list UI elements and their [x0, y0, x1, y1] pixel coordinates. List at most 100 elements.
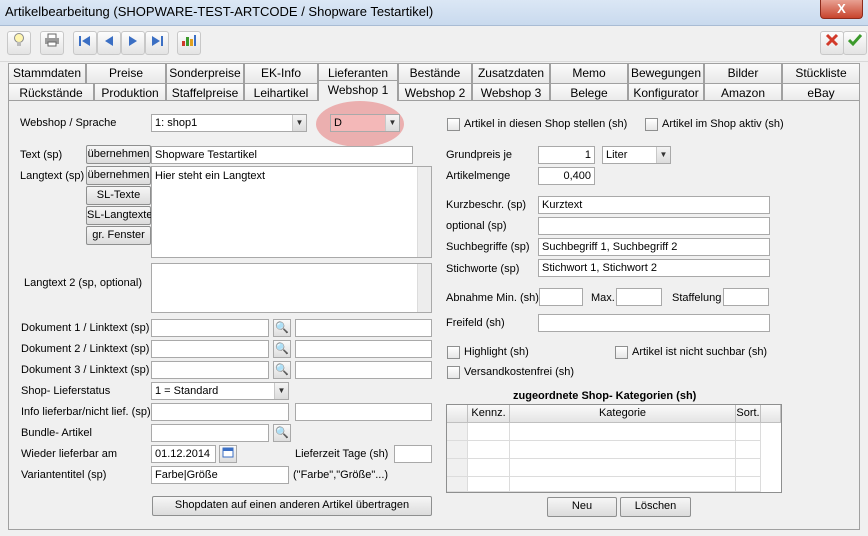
print-icon[interactable] [40, 31, 64, 55]
tab-bestaende[interactable]: Bestände [398, 63, 472, 83]
tab-bewegungen[interactable]: Bewegungen [628, 63, 704, 83]
table-row[interactable] [510, 423, 736, 441]
langtext-textarea[interactable]: Hier steht ein Langtext [151, 166, 432, 258]
kurzbeschr-label: Kurzbeschr. (sp) [446, 199, 527, 211]
tab-webshop-1[interactable]: Webshop 1 [318, 80, 398, 101]
langtext2-scrollbar[interactable] [417, 264, 431, 312]
shop-stellen-checkbox[interactable] [447, 118, 460, 131]
kurzbeschr-input[interactable]: Kurztext [538, 196, 770, 214]
optional-input[interactable] [538, 217, 770, 235]
freifeld-input[interactable] [538, 314, 770, 332]
table-row[interactable] [468, 441, 510, 459]
table-row[interactable] [447, 459, 468, 477]
abnahme-max-input[interactable] [616, 288, 662, 306]
linktext1-input[interactable] [295, 319, 432, 337]
grundpreis-unit-value: Liter [606, 149, 628, 161]
text-uebernehmen-button[interactable]: übernehmen [86, 145, 151, 164]
col-sort[interactable]: Sort. [736, 405, 761, 423]
table-row[interactable] [468, 423, 510, 441]
highlight-label: Highlight (sh) [464, 346, 529, 358]
text-input[interactable]: Shopware Testartikel [151, 146, 413, 164]
language-select[interactable]: D ▼ [330, 114, 400, 132]
sl-langtexte-button[interactable]: SL-Langtexte [86, 206, 152, 225]
grundpreis-label: Grundpreis je [446, 149, 513, 161]
gr-fenster-button[interactable]: gr. Fenster [86, 226, 151, 245]
langtext-uebernehmen-button[interactable]: übernehmen [86, 166, 151, 185]
dokument2-input[interactable] [151, 340, 269, 358]
grundpreis-input[interactable]: 1 [538, 146, 595, 164]
suchbegriffe-input[interactable]: Suchbegriff 1, Suchbegriff 2 [538, 238, 770, 256]
lieferbar-am-input[interactable]: 01.12.2014 [151, 445, 216, 463]
table-row[interactable] [510, 477, 736, 492]
search-icon[interactable]: 🔍 [273, 424, 291, 442]
langtext2-textarea[interactable] [151, 263, 432, 313]
bundle-label: Bundle- Artikel [21, 427, 92, 439]
shop-aktiv-checkbox[interactable] [645, 118, 658, 131]
webshop-select[interactable]: 1: shop1 ▼ [151, 114, 307, 132]
language-select-value: D [334, 117, 342, 129]
lightbulb-icon[interactable] [7, 31, 31, 55]
info-lieferbar-input[interactable] [151, 403, 289, 421]
tab-memo[interactable]: Memo [550, 63, 628, 83]
table-row[interactable] [510, 459, 736, 477]
table-row[interactable] [447, 423, 468, 441]
table-row[interactable] [736, 441, 761, 459]
dokument1-input[interactable] [151, 319, 269, 337]
dokument2-label: Dokument 2 / Linktext (sp) [21, 343, 150, 355]
tab-zusatzdaten[interactable]: Zusatzdaten [472, 63, 550, 83]
tab-sonderpreise[interactable]: Sonderpreise [166, 63, 244, 83]
table-row[interactable] [736, 459, 761, 477]
table-row[interactable] [447, 441, 468, 459]
versandkostenfrei-checkbox[interactable] [447, 366, 460, 379]
table-row[interactable] [468, 459, 510, 477]
neu-button[interactable]: Neu [547, 497, 617, 517]
tab-bilder[interactable]: Bilder [704, 63, 782, 83]
stichworte-input[interactable]: Stichwort 1, Stichwort 2 [538, 259, 770, 277]
kategorien-grid[interactable]: Kennz. Kategorie Sort. [446, 404, 782, 493]
table-row[interactable] [736, 477, 761, 492]
tab-stueckliste[interactable]: Stückliste [782, 63, 860, 83]
sl-texte-button[interactable]: SL-Texte [86, 186, 151, 205]
lieferzeit-input[interactable] [394, 445, 432, 463]
tab-stammdaten[interactable]: Stammdaten [8, 63, 86, 83]
staffelung-input[interactable] [723, 288, 769, 306]
lieferstatus-select[interactable]: 1 = Standard ▼ [151, 382, 289, 400]
artikelmenge-input[interactable]: 0,400 [538, 167, 595, 185]
info-nicht-lieferbar-input[interactable] [295, 403, 432, 421]
table-row[interactable] [468, 477, 510, 492]
window-close-button[interactable]: X [820, 0, 863, 19]
variantentitel-input[interactable]: Farbe|Größe [151, 466, 289, 484]
tab-ek-info[interactable]: EK-Info [244, 63, 318, 83]
col-kategorie[interactable]: Kategorie [510, 405, 736, 423]
calendar-icon[interactable] [219, 445, 237, 463]
tab-preise[interactable]: Preise [86, 63, 166, 83]
shopdaten-uebertragen-button[interactable]: Shopdaten auf einen anderen Artikel über… [152, 496, 432, 516]
highlight-checkbox[interactable] [447, 346, 460, 359]
col-kennz[interactable]: Kennz. [468, 405, 510, 423]
search-icon[interactable]: 🔍 [273, 361, 291, 379]
table-row[interactable] [510, 441, 736, 459]
chart-icon[interactable] [177, 31, 201, 55]
loeschen-button[interactable]: Löschen [620, 497, 691, 517]
bundle-input[interactable] [151, 424, 269, 442]
save-check-icon[interactable] [843, 31, 867, 55]
first-record-icon[interactable] [73, 31, 97, 55]
previous-record-icon[interactable] [97, 31, 121, 55]
cancel-icon[interactable] [820, 31, 844, 55]
chevron-down-icon: ▼ [656, 147, 670, 163]
linktext2-input[interactable] [295, 340, 432, 358]
next-record-icon[interactable] [121, 31, 145, 55]
search-icon[interactable]: 🔍 [273, 340, 291, 358]
langtext-scrollbar[interactable] [417, 167, 431, 257]
optional-label: optional (sp) [446, 220, 507, 232]
grundpreis-unit-select[interactable]: Liter ▼ [602, 146, 671, 164]
abnahme-min-input[interactable] [539, 288, 583, 306]
last-record-icon[interactable] [145, 31, 169, 55]
linktext3-input[interactable] [295, 361, 432, 379]
suchbegriffe-label: Suchbegriffe (sp) [446, 241, 530, 253]
search-icon[interactable]: 🔍 [273, 319, 291, 337]
nicht-suchbar-checkbox[interactable] [615, 346, 628, 359]
table-row[interactable] [736, 423, 761, 441]
table-row[interactable] [447, 477, 468, 492]
dokument3-input[interactable] [151, 361, 269, 379]
